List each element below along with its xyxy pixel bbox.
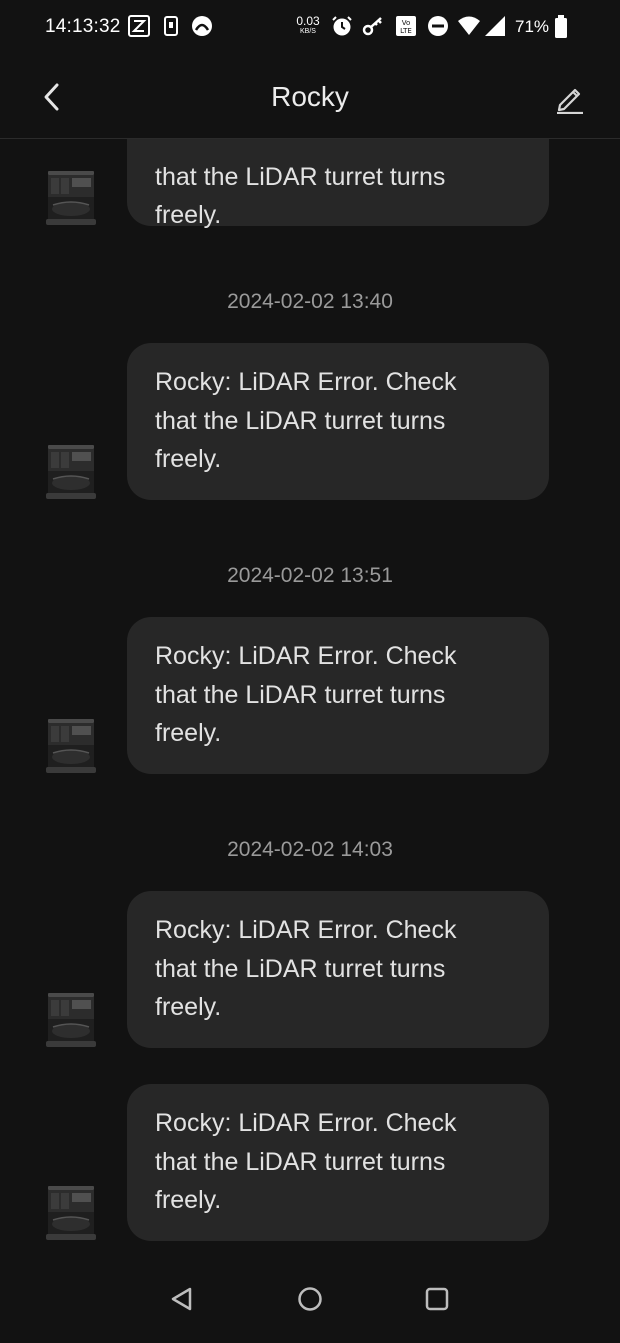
- message-line: freely.: [155, 201, 222, 229]
- message-line: Rocky: LiDAR Error. Check: [155, 368, 457, 396]
- message-line: that the LiDAR turret turns: [155, 162, 446, 191]
- volte-icon: Vo LTE: [395, 15, 417, 42]
- robot-avatar-icon: [45, 443, 97, 501]
- sim-card-icon: [164, 15, 178, 42]
- message-line: Rocky: LiDAR Error. Check: [155, 916, 457, 944]
- message-line: that the LiDAR turret turns: [155, 680, 446, 709]
- nav-recents-button[interactable]: [422, 1284, 452, 1314]
- robot-avatar-icon: [45, 991, 97, 1049]
- message-line: that the LiDAR turret turns: [155, 1147, 446, 1176]
- svg-text:LTE: LTE: [400, 27, 412, 35]
- message-timestamp: 2024-02-02 14:03: [227, 838, 393, 861]
- message-list[interactable]: that the LiDAR turret turns freely. 2024…: [0, 139, 620, 1255]
- message-bubble: Rocky: LiDAR Error. Check that the LiDAR…: [127, 343, 549, 500]
- page-title: Rocky: [271, 81, 349, 112]
- wifi-icon: [457, 15, 481, 42]
- message-line: freely.: [155, 445, 222, 473]
- system-nav-bar: [0, 1256, 620, 1343]
- network-speed-value: 0.03: [296, 14, 320, 28]
- battery-icon: [554, 15, 568, 44]
- message-bubble: Rocky: LiDAR Error. Check that the LiDAR…: [127, 1084, 549, 1241]
- svg-text:Vo: Vo: [402, 19, 411, 27]
- square-recents-icon: [425, 1287, 449, 1311]
- pencil-icon: [557, 88, 583, 114]
- message-timestamp: 2024-02-02 13:51: [227, 564, 393, 587]
- status-time: 14:13:32: [45, 16, 121, 37]
- robot-avatar-icon: [45, 169, 97, 227]
- key-icon: [362, 15, 384, 42]
- circle-home-icon: [298, 1287, 322, 1311]
- message-timestamp: 2024-02-02 13:40: [227, 290, 393, 313]
- message-line: that the LiDAR turret turns: [155, 406, 446, 435]
- network-speed-unit: KB/S: [300, 28, 316, 35]
- robot-avatar-icon: [45, 717, 97, 775]
- header: Rocky: [0, 56, 620, 139]
- alarm-icon: [331, 15, 353, 42]
- message-line: that the LiDAR turret turns: [155, 954, 446, 983]
- edit-button[interactable]: [550, 78, 590, 118]
- screen: 14:13:32 0.03 KB/S Vo LTE 71% Rocky that…: [0, 0, 620, 1343]
- message-line: Rocky: LiDAR Error. Check: [155, 642, 457, 670]
- battery-percent: 71%: [515, 17, 550, 36]
- message-bubble: Rocky: LiDAR Error. Check that the LiDAR…: [127, 617, 549, 774]
- app-notification-icon: [128, 15, 150, 42]
- app-circle-icon: [191, 15, 213, 42]
- message-line: freely.: [155, 1186, 222, 1214]
- message-line: freely.: [155, 719, 222, 747]
- nav-home-button[interactable]: [295, 1284, 325, 1314]
- message-line: freely.: [155, 993, 222, 1021]
- do-not-disturb-icon: [427, 15, 449, 42]
- network-speed: 0.03 KB/S: [295, 15, 321, 35]
- nav-back-button[interactable]: [167, 1284, 197, 1314]
- message-bubble: that the LiDAR turret turns freely.: [127, 139, 549, 229]
- message-line: Rocky: LiDAR Error. Check: [155, 1109, 457, 1137]
- status-bar: 14:13:32 0.03 KB/S Vo LTE 71%: [0, 0, 620, 56]
- triangle-back-icon: [171, 1287, 192, 1311]
- cell-signal-icon: [484, 15, 506, 42]
- robot-avatar-icon: [45, 1184, 97, 1242]
- message-bubble: Rocky: LiDAR Error. Check that the LiDAR…: [127, 891, 549, 1048]
